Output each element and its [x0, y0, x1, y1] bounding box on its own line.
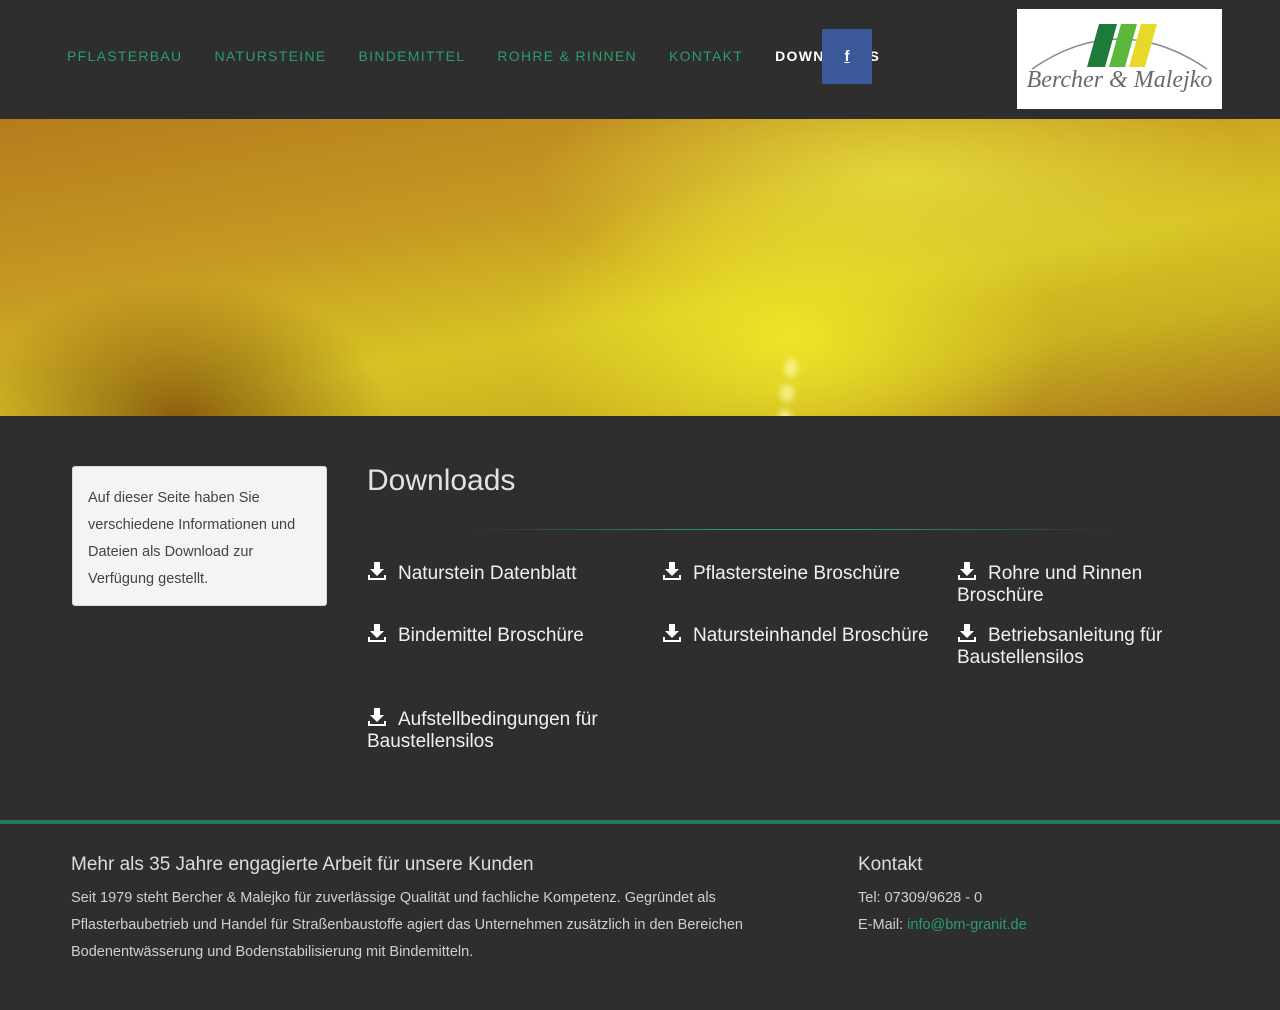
main-nav: PFLASTERBAU NATURSTEINE BINDEMITTEL ROHR… — [67, 47, 912, 65]
download-aufstellbedingungen-baustellensilos[interactable]: Aufstellbedingungen für Baustellensilos — [367, 707, 607, 753]
download-bindemittel-broschuere[interactable]: Bindemittel Broschüre — [367, 623, 637, 647]
company-logo[interactable]: Bercher & Malejko — [1017, 9, 1222, 109]
download-label: Natursteinhandel Broschüre — [693, 625, 929, 646]
road-marking — [780, 384, 794, 402]
download-label: Rohre und Rinnen Broschüre — [957, 563, 1143, 606]
site-footer: Mehr als 35 Jahre engagierte Arbeit für … — [0, 824, 1280, 1010]
download-icon — [958, 624, 976, 642]
nav-item-natursteine[interactable]: NATURSTEINE — [214, 47, 326, 65]
nav-item-rohre-rinnen[interactable]: ROHRE & RINNEN — [497, 47, 637, 65]
footer-email-label: E-Mail: — [858, 917, 904, 933]
footer-email-link[interactable]: info@bm-granit.de — [907, 917, 1027, 933]
road-marking — [784, 359, 798, 377]
download-icon — [368, 562, 386, 580]
download-icon — [663, 624, 681, 642]
page-title: Downloads — [367, 464, 516, 497]
sidebar-info-box: Auf dieser Seite haben Sie verschiedene … — [72, 466, 327, 606]
download-label: Betriebsanleitung für Baustellensilos — [957, 625, 1163, 668]
facebook-icon: f — [844, 48, 850, 65]
footer-email-line: E-Mail: info@bm-granit.de — [858, 912, 1027, 939]
download-natursteinhandel-broschuere[interactable]: Natursteinhandel Broschüre — [662, 623, 932, 647]
footer-about-text: Seit 1979 steht Bercher & Malejko für zu… — [71, 890, 743, 960]
sidebar-info-text: Auf dieser Seite haben Sie verschiedene … — [88, 490, 296, 587]
footer-contact-heading: Kontakt — [858, 854, 923, 875]
road-marking — [778, 409, 792, 416]
nav-item-pflasterbau[interactable]: PFLASTERBAU — [67, 47, 182, 65]
download-label: Pflastersteine Broschüre — [693, 563, 900, 584]
download-label: Naturstein Datenblatt — [398, 563, 577, 584]
facebook-button[interactable]: f — [822, 29, 872, 84]
footer-tel: Tel: 07309/9628 - 0 — [858, 890, 983, 906]
logo-mark-icon — [1031, 24, 1208, 70]
download-icon — [368, 624, 386, 642]
download-label: Aufstellbedingungen für Baustellensilos — [367, 709, 598, 752]
download-betriebsanleitung-baustellensilos[interactable]: Betriebsanleitung für Baustellensilos — [957, 623, 1197, 669]
hero-image — [0, 119, 1280, 416]
download-label: Bindemittel Broschüre — [398, 625, 584, 646]
download-pflastersteine-broschuere[interactable]: Pflastersteine Broschüre — [662, 561, 932, 585]
download-icon — [958, 562, 976, 580]
site-header: PFLASTERBAU NATURSTEINE BINDEMITTEL ROHR… — [0, 0, 1280, 119]
download-icon — [663, 562, 681, 580]
download-icon — [368, 708, 386, 726]
title-divider — [470, 529, 1110, 530]
download-naturstein-datenblatt[interactable]: Naturstein Datenblatt — [367, 561, 637, 585]
logo-text: Bercher & Malejko — [1026, 67, 1213, 93]
download-rohre-rinnen-broschuere[interactable]: Rohre und Rinnen Broschüre — [957, 561, 1227, 607]
footer-about-heading: Mehr als 35 Jahre engagierte Arbeit für … — [71, 854, 534, 875]
nav-item-bindemittel[interactable]: BINDEMITTEL — [359, 47, 466, 65]
nav-item-kontakt[interactable]: KONTAKT — [669, 47, 743, 65]
